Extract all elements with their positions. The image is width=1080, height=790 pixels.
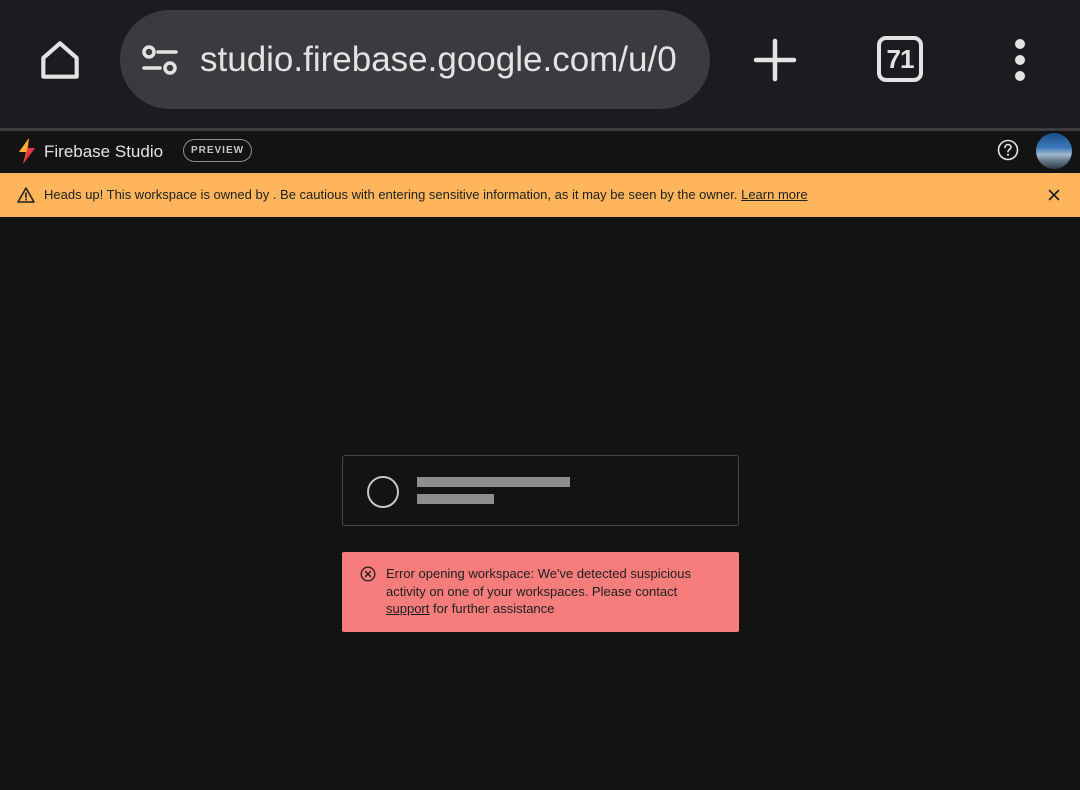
browser-toolbar: studio.firebase.google.com/u/0 71 <box>0 0 1080 130</box>
app-title[interactable]: Firebase Studio <box>44 141 163 163</box>
workspace-error-alert: Error opening workspace: We've detected … <box>342 552 739 632</box>
error-circle-x-icon <box>360 566 376 582</box>
site-settings-icon[interactable] <box>140 40 180 80</box>
help-icon[interactable] <box>997 139 1019 161</box>
support-link[interactable]: support <box>386 601 429 616</box>
preview-badge: PREVIEW <box>183 139 252 162</box>
address-bar[interactable]: studio.firebase.google.com/u/0 <box>120 10 710 109</box>
warning-message: Heads up! This workspace is owned by . B… <box>44 187 738 202</box>
learn-more-link[interactable]: Learn more <box>741 187 807 202</box>
kebab-menu-icon <box>1015 39 1025 81</box>
firebase-studio-logo-icon[interactable] <box>16 137 38 165</box>
plus-icon <box>753 38 797 82</box>
home-icon <box>41 41 79 79</box>
error-message: Error opening workspace: We've detected … <box>386 565 716 618</box>
skeleton-line-title <box>417 477 570 487</box>
home-button[interactable] <box>30 30 90 90</box>
more-options-button[interactable] <box>1000 30 1040 90</box>
close-icon[interactable] <box>1045 186 1063 204</box>
warning-icon <box>17 187 35 203</box>
error-message-suffix: for further assistance <box>433 601 555 616</box>
skeleton-line-subtitle <box>417 494 494 504</box>
workspace-loading-card <box>342 455 739 526</box>
warning-text: Heads up! This workspace is owned by . B… <box>44 187 808 203</box>
error-message-text: Error opening workspace: We've detected … <box>386 566 692 599</box>
user-avatar[interactable] <box>1036 133 1072 169</box>
owner-warning-banner: Heads up! This workspace is owned by . B… <box>0 173 1080 217</box>
tab-switcher-button[interactable]: 71 <box>877 36 923 82</box>
new-tab-button[interactable] <box>745 30 805 90</box>
url-text[interactable]: studio.firebase.google.com/u/0 <box>200 38 690 82</box>
loading-spinner-icon <box>367 476 399 508</box>
app-header: Firebase Studio PREVIEW <box>0 131 1080 173</box>
